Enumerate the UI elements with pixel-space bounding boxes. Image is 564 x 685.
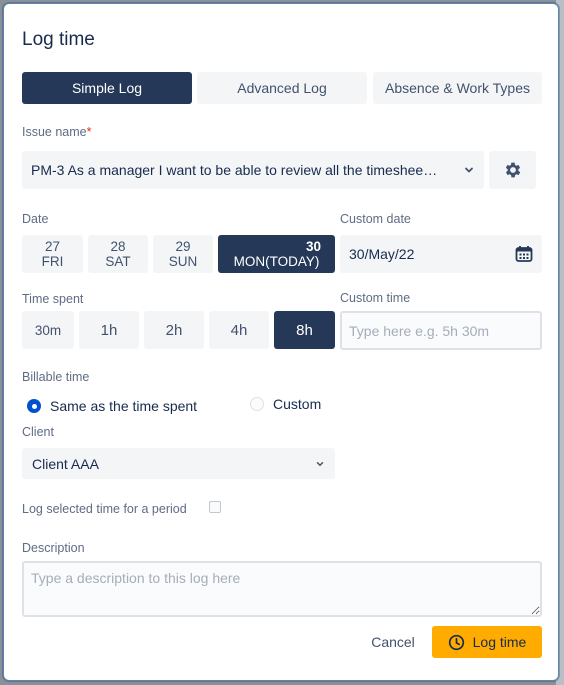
period-checkbox[interactable] xyxy=(209,501,221,513)
tab-absence-work-types[interactable]: Absence & Work Types xyxy=(373,72,542,104)
day-name: SUN xyxy=(168,254,198,269)
time-option-1h[interactable]: 1h xyxy=(79,311,139,349)
day-button-sat[interactable]: 28 SAT xyxy=(88,235,148,273)
client-select[interactable]: Client AAA xyxy=(22,448,335,479)
day-number: 29 xyxy=(175,239,191,254)
billable-custom-radio[interactable] xyxy=(250,397,264,411)
billable-time-label: Billable time xyxy=(22,370,90,384)
time-option-4h[interactable]: 4h xyxy=(209,311,269,349)
day-button-mon-today[interactable]: 30 MON(TODAY) xyxy=(218,235,335,273)
log-mode-tabs: Simple Log Advanced Log Absence & Work T… xyxy=(22,72,542,104)
time-option-30m[interactable]: 30m xyxy=(22,311,74,349)
billable-same-label: Same as the time spent xyxy=(50,398,198,414)
tab-simple-log[interactable]: Simple Log xyxy=(22,72,192,104)
dialog-title: Log time xyxy=(22,29,95,50)
calendar-icon[interactable] xyxy=(515,245,533,263)
day-name: MON(TODAY) xyxy=(233,254,320,269)
log-time-button-label: Log time xyxy=(472,634,527,650)
custom-date-value: 30/May/22 xyxy=(349,246,415,262)
day-number: 27 xyxy=(44,239,61,254)
billable-custom-label: Custom xyxy=(273,396,322,412)
tab-advanced-log[interactable]: Advanced Log xyxy=(197,72,367,104)
day-name: SAT xyxy=(105,254,131,269)
day-name: FRI xyxy=(41,254,64,269)
period-label: Log selected time for a period xyxy=(22,502,187,516)
custom-date-label: Custom date xyxy=(340,212,411,226)
chevron-down-icon xyxy=(465,167,473,173)
custom-time-label: Custom time xyxy=(340,291,411,305)
cancel-button[interactable]: Cancel xyxy=(361,626,425,658)
description-textarea[interactable] xyxy=(22,561,542,617)
date-label: Date xyxy=(22,212,49,226)
chevron-down-icon xyxy=(316,461,324,466)
log-time-button[interactable]: Log time xyxy=(432,626,542,658)
description-label: Description xyxy=(22,541,85,555)
custom-time-input[interactable] xyxy=(340,311,542,350)
clock-icon xyxy=(448,634,464,650)
time-option-8h[interactable]: 8h xyxy=(274,311,335,349)
billable-same-radio[interactable] xyxy=(27,399,41,413)
required-asterisk: * xyxy=(86,125,92,139)
day-number: 28 xyxy=(110,239,126,254)
day-button-sun[interactable]: 29 SUN xyxy=(153,235,213,273)
issue-name-label: Issue name* xyxy=(22,125,92,139)
time-option-2h[interactable]: 2h xyxy=(144,311,204,349)
client-select-value: Client AAA xyxy=(32,455,99,472)
issue-select[interactable]: PM-3 As a manager I want to be able to r… xyxy=(22,151,484,189)
gear-icon xyxy=(505,162,520,178)
log-time-dialog: Log time Simple Log Advanced Log Absence… xyxy=(3,3,559,681)
issue-select-value: PM-3 As a manager I want to be able to r… xyxy=(31,162,438,178)
issue-settings-button[interactable] xyxy=(489,151,536,189)
custom-date-field[interactable]: 30/May/22 xyxy=(340,235,542,273)
time-spent-label: Time spent xyxy=(22,292,84,306)
day-button-fri[interactable]: 27 FRI xyxy=(22,235,83,273)
day-number: 30 xyxy=(305,239,321,254)
client-label: Client xyxy=(22,425,54,439)
